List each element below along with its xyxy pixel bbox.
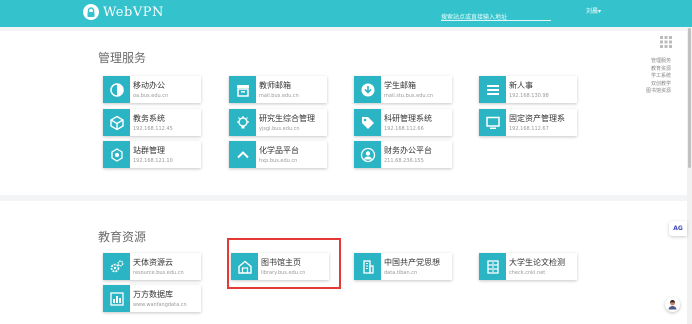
section-title: 管理服务 (98, 51, 147, 65)
card-title: 教师邮箱 (259, 81, 291, 90)
card-title: 新人事 (509, 81, 533, 90)
card-title: 万方数据库 (133, 290, 173, 299)
top-header: WebVPN 刘晨▾ (0, 0, 692, 27)
side-nav: 管理服务 教育资源 学工系统 双创教学 图书馆资源 (633, 58, 671, 96)
user-menu[interactable]: 刘晨▾ (586, 6, 601, 15)
card-title: 化学品平台 (259, 146, 299, 155)
cabinet-icon (479, 253, 506, 280)
card-url: 192.168.112.67 (509, 126, 549, 132)
card-title: 固定资产管理系 (509, 114, 565, 123)
gear-lightbulb-icon (229, 109, 256, 136)
mail-box-icon (229, 76, 256, 103)
ag-floating-button[interactable]: AG (669, 221, 687, 236)
card-title: 中国共产党思想 (384, 258, 440, 267)
grid-menu-icon[interactable] (660, 33, 672, 52)
network-icon (103, 141, 130, 168)
service-card-finance-office[interactable]: 财务办公平台 211.68.236.155 (354, 141, 452, 168)
service-card-academic-system[interactable]: 教务系统 192.168.112.45 (103, 109, 201, 136)
service-card-thesis-check[interactable]: 大学生论文检测 check.cnki.net (479, 253, 577, 280)
card-title: 大学生论文检测 (509, 258, 565, 267)
card-url: 192.168.121.10 (133, 158, 173, 164)
highlight-box (227, 238, 341, 289)
card-url: 192.168.130.98 (509, 93, 549, 99)
user-circle-icon (354, 141, 381, 168)
service-card-resource-cloud[interactable]: 天体资源云 resource.bus.edu.cn (103, 253, 201, 280)
search-box[interactable] (441, 4, 551, 25)
scrollbar[interactable] (687, 27, 692, 324)
service-card-student-mail[interactable]: 学生邮箱 mail.stu.bus.edu.cn (354, 76, 452, 103)
service-card-mobile-office[interactable]: 移动办公 oa.bus.edu.cn (103, 76, 201, 103)
half-circle-icon (103, 76, 130, 103)
card-title: 站群管理 (133, 146, 165, 155)
side-nav-item[interactable]: 图书馆资源 (633, 88, 671, 96)
card-url: 192.168.112.66 (384, 126, 424, 132)
download-circle-icon (354, 76, 381, 103)
webvpn-logo[interactable]: WebVPN (83, 4, 164, 20)
service-card-graduate-management[interactable]: 研究生综合管理 yjsgl.bus.edu.cn (229, 109, 327, 136)
lock-icon (83, 4, 99, 20)
card-url: mail.stu.bus.edu.cn (384, 93, 434, 99)
card-url: hxp.bus.edu.cn (259, 158, 298, 164)
search-input[interactable] (441, 11, 551, 25)
cube-icon (103, 109, 130, 136)
list-icon (479, 76, 506, 103)
card-url: yjsgl.bus.edu.cn (259, 126, 300, 132)
card-title: 财务办公平台 (384, 146, 432, 155)
tag-icon (354, 109, 381, 136)
card-url: mail.bus.edu.cn (259, 93, 299, 99)
chevron-up-icon (229, 141, 256, 168)
service-card-fixed-assets[interactable]: 固定资产管理系 192.168.112.67 (479, 109, 577, 136)
card-url: check.cnki.net (509, 270, 546, 276)
assistant-avatar-icon[interactable] (665, 297, 680, 312)
service-card-chemicals-platform[interactable]: 化学品平台 hxp.bus.edu.cn (229, 141, 327, 168)
card-url: resource.bus.edu.cn (133, 270, 184, 276)
card-title: 科研管理系统 (384, 114, 432, 123)
logo-text: WebVPN (103, 4, 164, 20)
card-url: www.wanfangdata.cn (133, 302, 187, 308)
building-icon (354, 253, 381, 280)
service-card-teacher-mail[interactable]: 教师邮箱 mail.bus.edu.cn (229, 76, 327, 103)
service-card-wanfang-database[interactable]: 万方数据库 www.wanfangdata.cn (103, 285, 201, 312)
service-card-party-thought[interactable]: 中国共产党思想 data.tiban.cn (354, 253, 452, 280)
chart-icon (103, 285, 130, 312)
card-title: 天体资源云 (133, 258, 173, 267)
section-title: 教育资源 (98, 230, 147, 244)
card-title: 教务系统 (133, 114, 165, 123)
scrollbar-thumb[interactable] (688, 28, 691, 168)
card-url: 211.68.236.155 (384, 158, 424, 164)
side-nav-item[interactable]: 管理服务 (633, 58, 671, 66)
monitor-icon (479, 109, 506, 136)
card-url: data.tiban.cn (384, 270, 418, 276)
card-title: 学生邮箱 (384, 81, 416, 90)
service-card-new-hr[interactable]: 新人事 192.168.130.98 (479, 76, 577, 103)
card-title: 移动办公 (133, 81, 165, 90)
card-url: 192.168.112.45 (133, 126, 173, 132)
service-card-research-management[interactable]: 科研管理系统 192.168.112.66 (354, 109, 452, 136)
side-nav-item[interactable]: 学工系统 (633, 73, 671, 81)
card-url: oa.bus.edu.cn (133, 93, 169, 99)
service-card-site-group[interactable]: 站群管理 192.168.121.10 (103, 141, 201, 168)
gears-icon (103, 253, 130, 280)
card-title: 研究生综合管理 (259, 114, 315, 123)
